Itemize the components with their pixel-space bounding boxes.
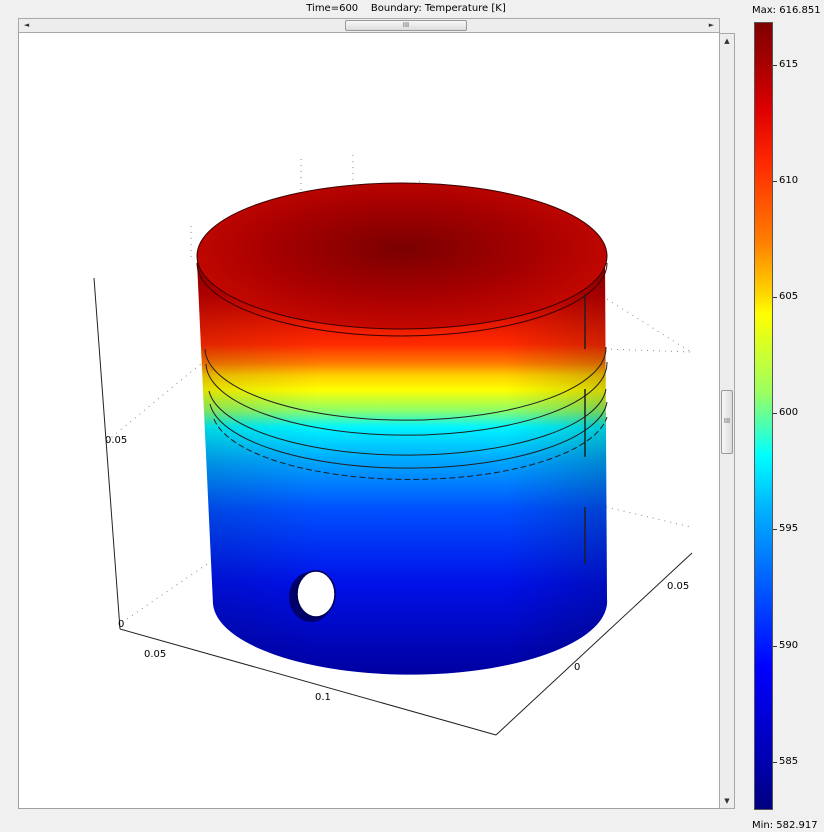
colorbar-tick — [773, 413, 777, 414]
plot-title: Time=600 Boundary: Temperature [K] — [306, 3, 506, 14]
colorbar-tick-label: 610 — [779, 175, 799, 186]
colorbar-tick — [773, 646, 777, 647]
vertical-scroll-thumb[interactable]: III — [721, 390, 733, 454]
colorbar-tick — [773, 762, 777, 763]
colorbar-tick-label: 605 — [779, 291, 799, 302]
3d-graphics-viewport[interactable]: 0.05 0 0.05 0.1 0 0.05 — [18, 18, 720, 809]
colorbar-min-label: Min: 582.917 — [752, 820, 818, 831]
scroll-left-arrow-icon[interactable]: ◄ — [19, 19, 34, 32]
z-axis-tick-label: 0 — [118, 619, 124, 630]
colorbar-tick-label: 585 — [779, 756, 799, 767]
colorbar-tick — [773, 297, 777, 298]
colorbar-tick — [773, 529, 777, 530]
colorbar — [754, 22, 773, 810]
scroll-right-arrow-icon[interactable]: ► — [704, 19, 719, 32]
y-axis-tick-label: 0 — [574, 662, 580, 673]
x-axis-tick-label: 0.1 — [315, 692, 331, 703]
z-axis-tick-label: 0.05 — [105, 435, 127, 446]
colorbar-tick-label: 615 — [779, 59, 799, 70]
x-axis-tick-label: 0.05 — [144, 649, 166, 660]
y-axis-tick-label: 0.05 — [667, 581, 689, 592]
colorbar-tick — [773, 65, 777, 66]
piston-3d-plot[interactable]: 0.05 0 0.05 0.1 0 0.05 — [19, 19, 720, 809]
piston-body — [196, 182, 608, 675]
scroll-down-arrow-icon[interactable]: ▼ — [720, 794, 734, 808]
colorbar-tick — [773, 181, 777, 182]
colorbar-tick-label: 600 — [779, 407, 799, 418]
horizontal-scrollbar[interactable]: ◄ III ► — [18, 18, 720, 33]
horizontal-scroll-thumb[interactable]: III — [345, 20, 467, 31]
vertical-scrollbar[interactable]: ▲ III ▼ — [719, 33, 735, 809]
colorbar-tick-label: 590 — [779, 640, 799, 651]
colorbar-max-label: Max: 616.851 — [752, 5, 821, 16]
colorbar-tick-label: 595 — [779, 523, 799, 534]
scroll-up-arrow-icon[interactable]: ▲ — [720, 34, 734, 48]
